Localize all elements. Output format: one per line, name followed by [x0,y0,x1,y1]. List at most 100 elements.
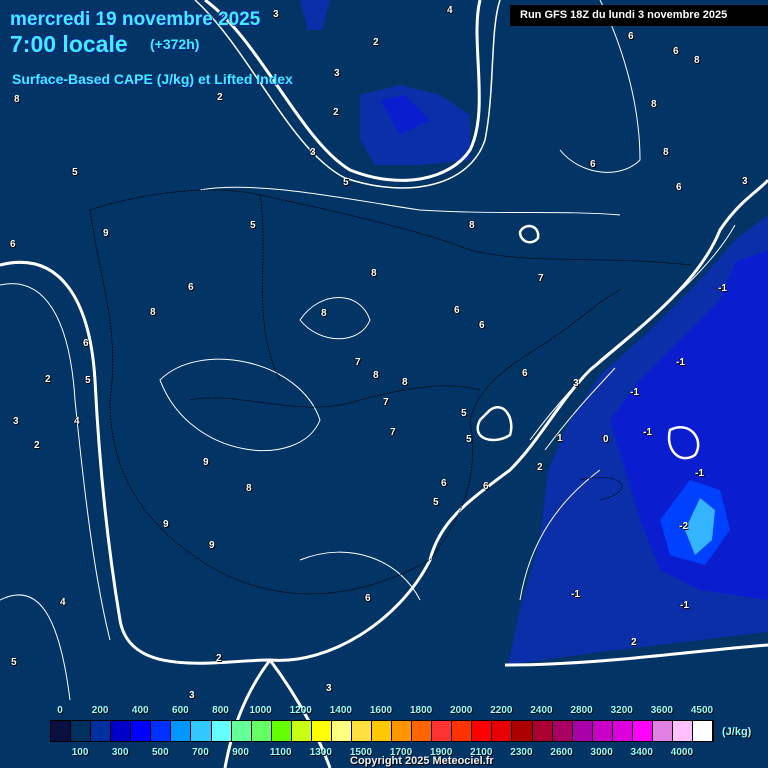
contour-label: 7 [390,427,396,438]
legend-tick-label: 100 [71,747,89,758]
contour-label: 5 [466,434,472,445]
contour-label: 3 [310,147,316,158]
legend-tick-label: 2800 [570,705,593,716]
cape-color-legend [50,720,714,742]
contour-label: 7 [355,357,361,368]
contour-label: 3 [273,9,279,20]
legend-swatch [693,721,714,741]
legend-swatch [211,721,232,741]
forecast-time: 7:00 locale [10,31,128,57]
legend-tick-label: 1600 [369,705,393,716]
legend-swatch [111,721,132,741]
legend-tick-label: 1000 [249,705,272,716]
contour-label: 8 [373,370,379,381]
contour-label: 9 [209,540,215,551]
contour-label: 6 [483,481,489,492]
legend-tick-label: 2300 [510,747,533,758]
legend-tick-label: 4000 [670,747,694,758]
legend-tick-label: 1800 [409,705,433,716]
contour-label: 4 [74,416,80,427]
legend-tick-label: 2200 [490,705,513,716]
contour-label: 6 [188,282,194,293]
legend-swatch [251,721,272,741]
contour-label: 5 [85,375,91,386]
legend-tick-label: 1200 [289,705,312,716]
legend-tick-label: 500 [151,747,169,758]
contour-label: 7 [383,397,389,408]
cape-map: mercredi 19 novembre 2025 7:00 locale (+… [0,0,768,768]
legend-tick-label: 3600 [650,705,673,716]
contour-label: 8 [246,483,252,494]
map-canvas [0,0,768,768]
contour-label: 3 [334,68,340,79]
contour-label: 2 [34,440,40,451]
legend-swatch [552,721,573,741]
legend-tick-label: 600 [172,705,189,716]
contour-label: 2 [537,462,543,473]
legend-tick-label: 900 [232,747,249,758]
contour-label: 6 [522,368,528,379]
contour-label: 8 [321,308,327,319]
legend-tick-label: 300 [111,747,129,758]
contour-label: -2 [679,521,688,532]
contour-label: 3 [573,378,579,389]
legend-swatch [372,721,393,741]
contour-label: 6 [454,305,460,316]
legend-tick-label: 2400 [530,705,553,716]
legend-unit: (J/kg) [722,726,752,738]
legend-tick-label: 2600 [550,747,573,758]
legend-tick-label: 1400 [329,705,352,716]
legend-swatch [71,721,92,741]
copyright: Copyright 2025 Meteociel.fr [350,755,494,767]
contour-label: 5 [72,167,78,178]
legend-tick-label: 1100 [269,747,292,758]
contour-label: 3 [742,176,748,187]
legend-tick-label: 0 [57,705,63,716]
legend-swatch [311,721,332,741]
contour-label: 3 [13,416,19,427]
contour-label: 8 [663,147,669,158]
contour-label: 5 [11,657,17,668]
legend-swatch [632,721,653,741]
legend-swatch [612,721,633,741]
legend-swatch [532,721,553,741]
contour-label: -1 [676,357,685,368]
contour-label: 6 [676,182,682,193]
contour-label: -1 [630,387,639,398]
contour-label: 0 [603,434,609,445]
contour-label: 4 [60,597,66,608]
forecast-date: mercredi 19 novembre 2025 [10,9,261,30]
legend-swatch [151,721,172,741]
legend-tick-label: 700 [192,747,209,758]
contour-label: 2 [631,637,637,648]
legend-tick-label: 3400 [630,747,653,758]
contour-label: 6 [479,320,485,331]
forecast-offset: (+372h) [150,36,200,52]
legend-swatch [432,721,453,741]
contour-label: 2 [373,37,379,48]
legend-swatch [652,721,673,741]
legend-swatch [452,721,473,741]
legend-swatch [572,721,593,741]
contour-label: 8 [651,99,657,110]
contour-label: 4 [447,5,453,16]
contour-label: 6 [441,478,447,489]
legend-swatch [171,721,192,741]
contour-label: -1 [695,468,704,479]
contour-label: 6 [590,159,596,170]
contour-label: 2 [216,653,222,664]
legend-tick-label: 400 [131,705,149,716]
legend-swatch [592,721,613,741]
legend-swatch [331,721,352,741]
legend-swatch [492,721,513,741]
cape-shading [300,0,768,665]
contour-label: 6 [673,46,679,57]
legend-swatch [91,721,112,741]
contour-label: 9 [163,519,169,530]
legend-tick-label: 3200 [610,705,633,716]
contour-label: 5 [343,177,349,188]
contour-label: 3 [326,683,332,694]
legend-swatch [271,721,292,741]
contour-label: 8 [14,94,20,105]
legend-tick-label: 200 [91,705,109,716]
